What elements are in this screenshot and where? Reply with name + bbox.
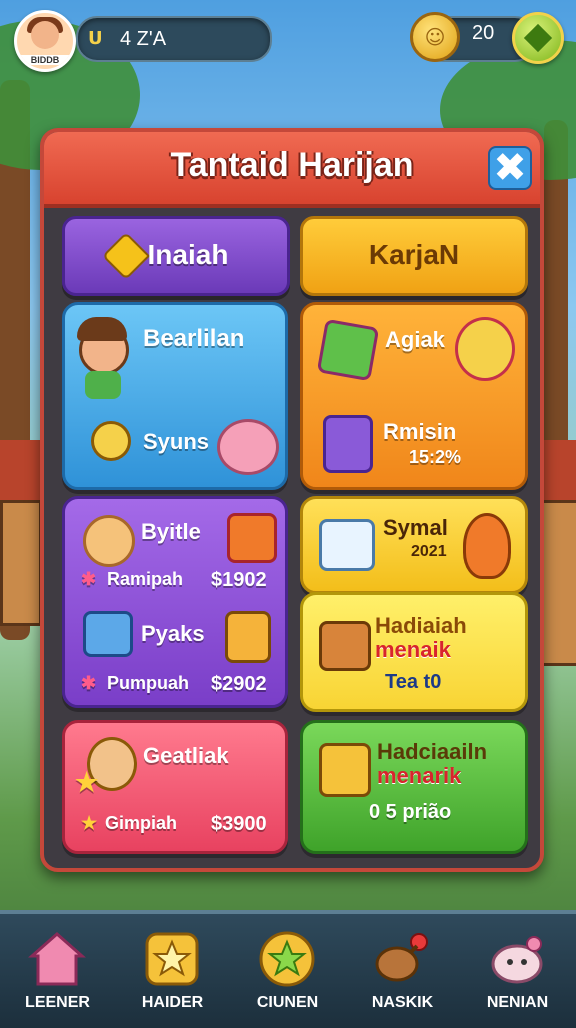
level-indicator: U 4 Z'A — [76, 16, 272, 62]
top-bar: BIDDB U 4 Z'A ☺ 20 — [0, 0, 576, 80]
pet-blob-icon — [217, 419, 279, 475]
row1-label: Ramipah — [107, 569, 184, 589]
book-icon — [225, 611, 271, 663]
bottom-nav: LEENER HAIDER CIUNEN NASKIK NENIAN — [0, 910, 576, 1028]
pin-icon: ✱ — [81, 673, 97, 693]
card-bearlilan[interactable]: Bearlilan Syuns — [62, 302, 288, 490]
card-title: Geatliak — [143, 743, 229, 768]
card-title: Hadciaailn — [377, 739, 488, 764]
card-label: Gimpiah — [105, 813, 178, 833]
cookie-icon — [83, 515, 135, 567]
nav-item-ciunen[interactable]: CIUNEN — [230, 914, 345, 1028]
card-symal[interactable]: Symal 2021 — [300, 496, 528, 594]
card-hadciaailn[interactable]: Hadciaailn menarik 0 5 prião — [300, 720, 528, 854]
nav-label: LEENER — [25, 994, 90, 1011]
card-sub: Rmisin — [383, 419, 457, 444]
card-sub: Syuns — [143, 429, 210, 454]
coin-value: 20 — [472, 22, 495, 44]
card-value: 15:2% — [409, 447, 462, 467]
star-icon — [143, 930, 201, 988]
nav-label: HAIDER — [141, 994, 204, 1011]
star-small-icon: ★ — [81, 813, 98, 833]
treasure-bag-icon — [319, 621, 371, 671]
card-hadiaiah[interactable]: Hadiaiah menaik Tea t0 — [300, 592, 528, 712]
card-title2: menaik — [375, 637, 451, 662]
row1-price: $1902 — [211, 569, 267, 591]
card-value: 2021 — [411, 543, 447, 560]
panel-title: Tantaid Harijan — [170, 146, 414, 184]
nav-label: NASKIK — [371, 994, 434, 1011]
puzzle-icon — [316, 318, 380, 382]
level-icon: U — [88, 28, 103, 49]
card-title: Symal — [383, 515, 448, 540]
nav-item-haider[interactable]: HAIDER — [115, 914, 230, 1028]
pin-icon: ✱ — [81, 569, 97, 589]
coin-icon: ☺ — [410, 12, 460, 62]
card-agiak[interactable]: Agiak Rmisin 15:2% — [300, 302, 528, 490]
tab-inaiah[interactable]: Inaiah — [62, 216, 290, 296]
card-value: Tea t0 — [385, 671, 442, 693]
player-avatar[interactable]: BIDDB — [14, 10, 76, 72]
tab-label: Inaiah — [147, 239, 229, 270]
row2-label: Pumpuah — [107, 673, 190, 693]
close-button[interactable]: ✖ — [488, 146, 532, 190]
row1-title: Byitle — [141, 519, 201, 544]
add-coins-button[interactable] — [512, 12, 564, 64]
daily-tasks-panel: Tantaid Harijan ✖ Inaiah KarjaN Bearlila… — [40, 128, 544, 872]
avatar-face — [31, 21, 59, 49]
drumstick-icon — [373, 930, 431, 988]
card-title: Hadiaiah — [375, 613, 467, 638]
card-title: Bearlilan — [143, 325, 245, 352]
nav-item-naskik[interactable]: NASKIK — [345, 914, 460, 1028]
pet-icon — [488, 930, 546, 988]
card-price: $3900 — [211, 813, 267, 835]
house-icon — [28, 930, 86, 988]
gem-crystal-icon — [323, 415, 373, 473]
gem-icon — [523, 23, 553, 53]
trophy-icon — [91, 421, 131, 461]
tab-label: KarjaN — [368, 239, 460, 270]
bag-icon — [319, 519, 375, 571]
kid-body-icon — [85, 371, 121, 399]
avatar-name: BIDDB — [17, 55, 73, 65]
card-value: 0 5 prião — [369, 801, 452, 823]
card-title: Agiak — [385, 327, 445, 352]
panel-header: Tantaid Harijan ✖ — [44, 132, 540, 208]
gift-icon — [227, 513, 277, 563]
ice-cream-icon — [463, 513, 511, 579]
tab-karjan[interactable]: KarjaN — [300, 216, 528, 296]
row2-title: Pyaks — [141, 621, 205, 646]
nav-label: CIUNEN — [256, 994, 319, 1011]
level-text: 4 Z'A — [120, 28, 167, 50]
card-byitle[interactable]: Byitle ✱ Ramipah $1902 Pyaks ✱ Pumpuah $… — [62, 496, 288, 708]
nav-item-nenian[interactable]: NENIAN — [460, 914, 575, 1028]
letter-icon — [83, 611, 133, 657]
card-title2: menarik — [377, 763, 462, 788]
row2-price: $2902 — [211, 673, 267, 695]
nav-item-leener[interactable]: LEENER — [0, 914, 115, 1028]
card-geatliak[interactable]: ★ Geatliak ★ Gimpiah $3900 — [62, 720, 288, 854]
coin-star-icon — [258, 930, 316, 988]
character-icon — [455, 317, 515, 381]
nav-label: NENIAN — [486, 994, 549, 1011]
crown-icon — [319, 743, 371, 797]
kid-hair-icon — [77, 317, 127, 341]
star-icon: ★ — [75, 767, 99, 797]
